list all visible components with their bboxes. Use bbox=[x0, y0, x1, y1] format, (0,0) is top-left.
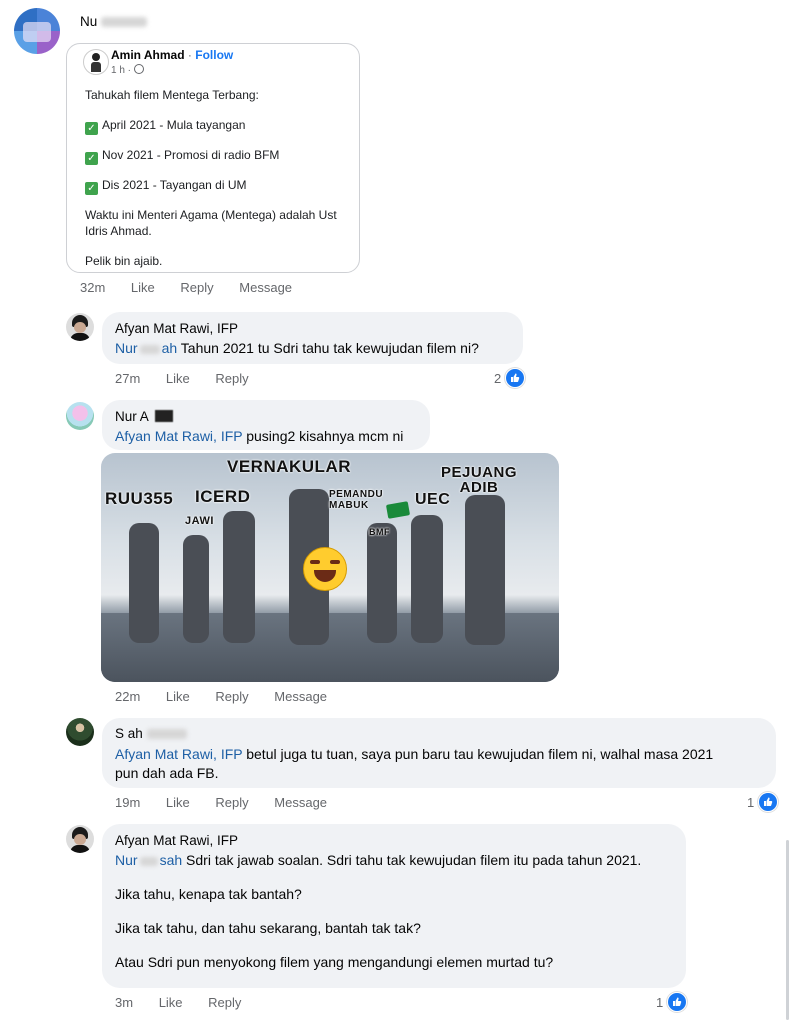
message-button[interactable]: Message bbox=[239, 280, 292, 295]
comment-author[interactable]: Afyan Mat Rawi, IFP bbox=[115, 321, 238, 336]
redacted-name bbox=[154, 410, 173, 422]
meme-label: BMF bbox=[369, 527, 390, 537]
redacted-name bbox=[139, 856, 158, 866]
like-icon bbox=[505, 368, 526, 388]
like-button[interactable]: Like bbox=[166, 371, 190, 386]
reaction-count[interactable]: 2 bbox=[494, 368, 526, 388]
comment-author[interactable]: Nur A bbox=[115, 409, 173, 424]
reply-button[interactable]: Reply bbox=[215, 689, 248, 704]
follow-link[interactable]: Follow bbox=[195, 48, 233, 62]
mention-link[interactable]: Afyan Mat Rawi, IFP bbox=[115, 746, 242, 762]
like-icon bbox=[758, 792, 779, 812]
comment-time[interactable]: 32m bbox=[80, 280, 105, 295]
scrollbar[interactable] bbox=[786, 840, 789, 1020]
comment-time[interactable]: 19m bbox=[115, 795, 140, 810]
check-icon: ✓ bbox=[85, 152, 98, 165]
check-icon: ✓ bbox=[85, 182, 98, 195]
like-icon bbox=[667, 992, 688, 1012]
meme-label: UEC bbox=[415, 491, 451, 508]
zombie-figure bbox=[129, 523, 159, 643]
zombie-figure bbox=[223, 511, 255, 643]
mention-link[interactable]: Afyan Mat Rawi, IFP bbox=[115, 428, 242, 444]
comment-actions: 19m Like Reply Message bbox=[115, 795, 327, 810]
comment-actions: 27m Like Reply bbox=[115, 371, 249, 386]
message-button[interactable]: Message bbox=[274, 795, 327, 810]
meme-label: ICERD bbox=[195, 487, 251, 506]
globe-icon bbox=[133, 64, 144, 74]
avatar[interactable] bbox=[66, 718, 94, 746]
zombie-figure bbox=[465, 495, 505, 645]
shared-post-avatar[interactable] bbox=[83, 49, 109, 75]
like-button[interactable]: Like bbox=[131, 280, 155, 295]
zombie-figure bbox=[183, 535, 209, 643]
like-button[interactable]: Like bbox=[166, 689, 190, 704]
shared-post-line: ✓ Nov 2021 - Promosi di radio BFM bbox=[85, 148, 279, 165]
party-flag-icon bbox=[385, 501, 411, 519]
redacted-name bbox=[139, 344, 160, 354]
reply-button[interactable]: Reply bbox=[208, 995, 241, 1010]
shared-post-line: ✓ Dis 2021 - Tayangan di UM bbox=[85, 178, 247, 195]
comment-actions: 22m Like Reply Message bbox=[115, 689, 327, 704]
avatar[interactable] bbox=[14, 8, 60, 54]
comment-time[interactable]: 27m bbox=[115, 371, 140, 386]
redacted-name bbox=[101, 17, 148, 28]
reply-button[interactable]: Reply bbox=[215, 795, 248, 810]
zombie-figure bbox=[367, 523, 397, 643]
meme-label: VERNAKULAR bbox=[227, 457, 351, 476]
like-button[interactable]: Like bbox=[166, 795, 190, 810]
reply-button[interactable]: Reply bbox=[180, 280, 213, 295]
comment-author[interactable]: S ah bbox=[115, 726, 187, 741]
comment-text: Nur sah Sdri tak jawab soalan. Sdri tahu … bbox=[115, 852, 642, 970]
like-button[interactable]: Like bbox=[159, 995, 183, 1010]
comment-author[interactable]: Nu bbox=[80, 14, 148, 29]
avatar[interactable] bbox=[66, 402, 94, 430]
meme-label: RUU355 bbox=[105, 489, 174, 508]
shared-post-line: ✓ April 2021 - Mula tayangan bbox=[85, 118, 245, 135]
reply-button[interactable]: Reply bbox=[215, 371, 248, 386]
avatar[interactable] bbox=[66, 313, 94, 341]
comment-author[interactable]: Afyan Mat Rawi, IFP bbox=[115, 833, 238, 848]
shared-post-line: Pelik bin ajaib. bbox=[85, 254, 163, 268]
comment-actions: 32m Like Reply Message bbox=[80, 280, 292, 295]
zombie-figure bbox=[411, 515, 443, 643]
avatar[interactable] bbox=[66, 825, 94, 853]
mention-link[interactable]: Nur sah bbox=[115, 852, 182, 868]
meme-label: PEMANDU MABUK bbox=[329, 489, 384, 511]
comment-time[interactable]: 3m bbox=[115, 995, 133, 1010]
shared-post-time[interactable]: 1 h · bbox=[111, 65, 131, 76]
shared-post-line: Idris Ahmad. bbox=[85, 224, 152, 238]
check-icon: ✓ bbox=[85, 122, 98, 135]
shared-post-line: Tahukah filem Mentega Terbang: bbox=[85, 88, 259, 102]
redacted-name bbox=[146, 729, 187, 740]
comment-text: Afyan Mat Rawi, IFP pusing2 kisahnya mcm… bbox=[115, 428, 404, 444]
meme-label: JAWI bbox=[185, 515, 214, 527]
shared-post-author[interactable]: Amin Ahmad bbox=[111, 48, 185, 62]
reaction-count[interactable]: 1 bbox=[656, 992, 688, 1012]
laughing-emoji-icon bbox=[303, 547, 347, 591]
dot-separator: · bbox=[187, 48, 192, 62]
mention-link[interactable]: Nur ah bbox=[115, 340, 177, 356]
message-button[interactable]: Message bbox=[274, 689, 327, 704]
comment-time[interactable]: 22m bbox=[115, 689, 140, 704]
shared-post-line: Waktu ini Menteri Agama (Mentega) adalah… bbox=[85, 208, 337, 222]
comment-text: Afyan Mat Rawi, IFP betul juga tu tuan, … bbox=[115, 746, 714, 781]
comment-actions: 3m Like Reply bbox=[115, 995, 241, 1010]
reaction-count[interactable]: 1 bbox=[747, 792, 779, 812]
comment-text: Nur ah Tahun 2021 tu Sdri tahu tak kewuju… bbox=[115, 340, 479, 356]
comment-image[interactable]: VERNAKULAR PEJUANG ADIB RUU355 ICERD PEM… bbox=[101, 453, 559, 682]
shared-post-card[interactable]: Amin Ahmad · Follow 1 h · Tahukah filem … bbox=[66, 43, 360, 273]
